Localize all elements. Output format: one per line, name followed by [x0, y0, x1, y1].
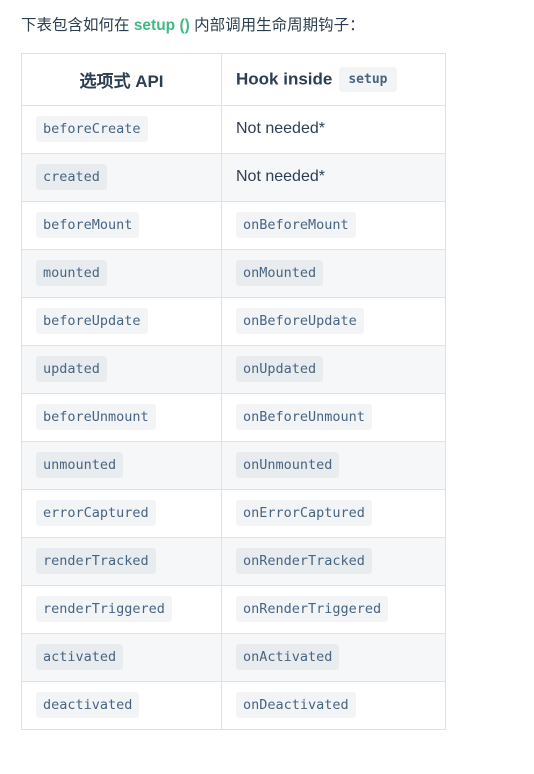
api-code-token: errorCaptured	[36, 500, 156, 527]
cell-hook-inside-setup: onRenderTriggered	[221, 584, 446, 634]
table-header-row: 选项式 API Hook inside setup	[21, 52, 446, 106]
cell-options-api: beforeUnmount	[21, 392, 222, 442]
table-row: beforeUnmount onBeforeUnmount	[21, 392, 446, 442]
table-row: beforeUpdate onBeforeUpdate	[21, 296, 446, 346]
cell-hook-inside-setup: Not needed*	[221, 152, 446, 202]
cell-options-api: beforeUpdate	[21, 296, 222, 346]
cell-hook-inside-setup: onUnmounted	[221, 440, 446, 490]
hook-code-token: onRenderTriggered	[236, 596, 389, 623]
table-row: errorCaptured onErrorCaptured	[21, 488, 446, 538]
hook-code-token: onBeforeUnmount	[236, 404, 372, 431]
hook-text: Not needed*	[236, 120, 325, 138]
table-row: deactivated onDeactivated	[21, 680, 446, 730]
cell-hook-inside-setup: onActivated	[221, 632, 446, 682]
api-code-token: beforeCreate	[36, 116, 148, 143]
table-row: created Not needed*	[21, 152, 446, 202]
hook-code-token: onBeforeUpdate	[236, 308, 364, 335]
cell-hook-inside-setup: onMounted	[221, 248, 446, 298]
cell-options-api: mounted	[21, 248, 222, 298]
table-row: renderTracked onRenderTracked	[21, 536, 446, 586]
api-code-token: activated	[36, 644, 124, 671]
cell-hook-inside-setup: onRenderTracked	[221, 536, 446, 586]
api-code-token: beforeUpdate	[36, 308, 148, 335]
setup-inline-code: setup ()	[133, 17, 190, 34]
hook-code-token: onMounted	[236, 260, 324, 287]
cell-hook-inside-setup: onErrorCaptured	[221, 488, 446, 538]
api-code-token: renderTriggered	[36, 596, 172, 623]
cell-hook-inside-setup: onBeforeUnmount	[221, 392, 446, 442]
hook-code-token: onActivated	[236, 644, 340, 671]
table-row: unmounted onUnmounted	[21, 440, 446, 490]
table-row: activated onActivated	[21, 632, 446, 682]
intro-text-before: 下表包含如何在	[21, 17, 134, 34]
hook-code-token: onDeactivated	[236, 692, 356, 719]
api-code-token: mounted	[36, 260, 107, 287]
cell-hook-inside-setup: onBeforeMount	[221, 200, 446, 250]
cell-options-api: deactivated	[21, 680, 222, 730]
hook-text: Not needed*	[236, 168, 325, 186]
cell-options-api: unmounted	[21, 440, 222, 490]
table-row: renderTriggered onRenderTriggered	[21, 584, 446, 634]
hook-code-token: onUnmounted	[236, 452, 340, 479]
api-code-token: deactivated	[36, 692, 140, 719]
cell-options-api: renderTracked	[21, 536, 222, 586]
column-header-hook-label: Hook inside	[236, 68, 333, 88]
hook-code-token: onErrorCaptured	[236, 500, 372, 527]
cell-options-api: renderTriggered	[21, 584, 222, 634]
table-row: mounted onMounted	[21, 248, 446, 298]
intro-paragraph: 下表包含如何在 setup () 内部调用生命周期钩子：	[0, 0, 534, 39]
api-code-token: beforeUnmount	[36, 404, 156, 431]
api-code-token: updated	[36, 356, 107, 383]
cell-options-api: errorCaptured	[21, 488, 222, 538]
api-code-token: unmounted	[36, 452, 124, 479]
table-body: beforeCreate Not needed* created Not needed…	[21, 104, 446, 730]
cell-hook-inside-setup: onDeactivated	[221, 680, 446, 730]
api-code-token: renderTracked	[36, 548, 156, 575]
lifecycle-table-container: 选项式 API Hook inside setup beforeCreate Not…	[21, 52, 446, 730]
cell-options-api: beforeCreate	[21, 104, 222, 154]
hook-code-token: onBeforeMount	[236, 212, 356, 239]
cell-hook-inside-setup: onBeforeUpdate	[221, 296, 446, 346]
cell-hook-inside-setup: Not needed*	[221, 104, 446, 154]
column-header-options-api: 选项式 API	[21, 52, 222, 106]
cell-options-api: beforeMount	[21, 200, 222, 250]
cell-options-api: activated	[21, 632, 222, 682]
cell-hook-inside-setup: onUpdated	[221, 344, 446, 394]
lifecycle-hooks-table: 选项式 API Hook inside setup beforeCreate Not…	[21, 52, 446, 730]
table-row: beforeCreate Not needed*	[21, 104, 446, 154]
table-header: 选项式 API Hook inside setup	[21, 52, 446, 106]
column-header-setup-code: setup	[339, 66, 397, 93]
table-row: beforeMount onBeforeMount	[21, 200, 446, 250]
cell-options-api: updated	[21, 344, 222, 394]
cell-options-api: created	[21, 152, 222, 202]
api-code-token: created	[36, 164, 107, 191]
column-header-hook-inside: Hook inside setup	[221, 52, 446, 106]
hook-code-token: onRenderTracked	[236, 548, 372, 575]
intro-text-after: 内部调用生命周期钩子：	[189, 17, 365, 34]
hook-code-token: onUpdated	[236, 356, 324, 383]
table-row: updated onUpdated	[21, 344, 446, 394]
api-code-token: beforeMount	[36, 212, 140, 239]
